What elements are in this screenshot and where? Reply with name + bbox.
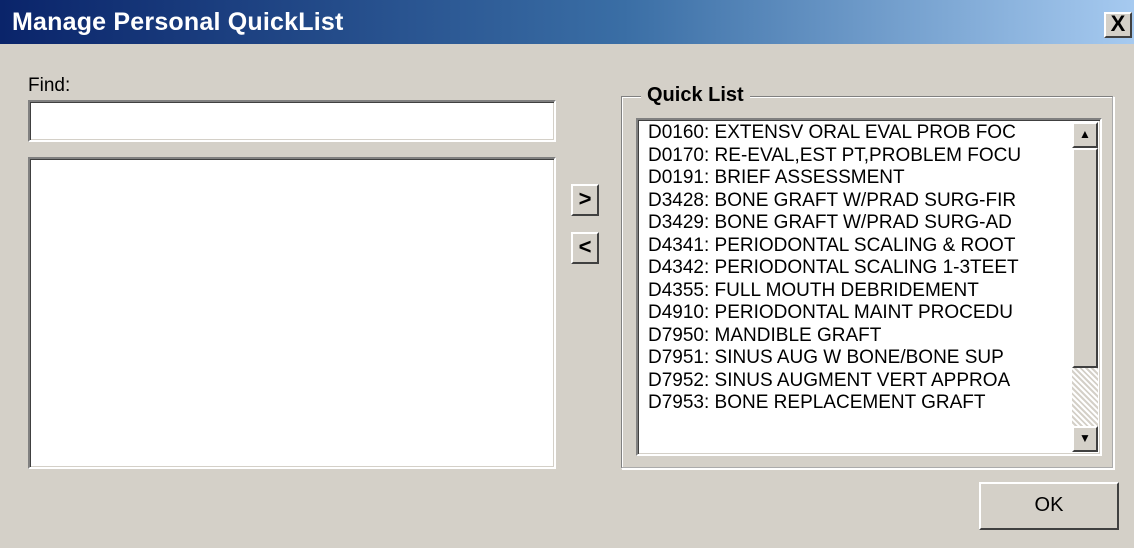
list-item[interactable]: D3428: BONE GRAFT W/PRAD SURG-FIR (648, 190, 1072, 213)
quick-list-scrollbar[interactable]: ▲ ▼ (1072, 122, 1098, 452)
list-item[interactable]: D7952: SINUS AUGMENT VERT APPROA (648, 370, 1072, 393)
list-item[interactable]: D4355: FULL MOUTH DEBRIDEMENT (648, 280, 1072, 303)
add-to-quicklist-button[interactable]: > (571, 184, 599, 216)
list-item[interactable]: D7950: MANDIBLE GRAFT (648, 325, 1072, 348)
list-item[interactable]: D7953: BONE REPLACEMENT GRAFT (648, 392, 1072, 415)
scroll-down-icon[interactable]: ▼ (1072, 426, 1098, 452)
find-label: Find: (28, 75, 71, 96)
list-item[interactable]: D0170: RE-EVAL,EST PT,PROBLEM FOCU (648, 145, 1072, 168)
scroll-up-icon[interactable]: ▲ (1072, 122, 1098, 148)
list-item[interactable]: D4342: PERIODONTAL SCALING 1-3TEET (648, 257, 1072, 280)
list-item[interactable]: D4910: PERIODONTAL MAINT PROCEDU (648, 302, 1072, 325)
window-title: Manage Personal QuickList (12, 8, 344, 36)
quick-list-items: D0160: EXTENSV ORAL EVAL PROB FOC D0170:… (648, 122, 1072, 415)
scrollbar-thumb[interactable] (1072, 148, 1098, 368)
remove-from-quicklist-button[interactable]: < (571, 232, 599, 264)
list-item[interactable]: D4341: PERIODONTAL SCALING & ROOT (648, 235, 1072, 258)
quick-list-box[interactable]: D0160: EXTENSV ORAL EVAL PROB FOC D0170:… (636, 118, 1102, 456)
list-item[interactable]: D0191: BRIEF ASSESSMENT (648, 167, 1072, 190)
find-input[interactable] (28, 100, 556, 142)
list-item[interactable]: D0160: EXTENSV ORAL EVAL PROB FOC (648, 122, 1072, 145)
scrollbar-track[interactable] (1072, 368, 1098, 426)
quick-list-title: Quick List (641, 84, 750, 107)
list-item[interactable]: D7951: SINUS AUG W BONE/BONE SUP (648, 347, 1072, 370)
ok-button[interactable]: OK (979, 482, 1119, 530)
title-bar: Manage Personal QuickList X (0, 0, 1134, 44)
list-item[interactable]: D3429: BONE GRAFT W/PRAD SURG-AD (648, 212, 1072, 235)
close-icon[interactable]: X (1104, 12, 1132, 38)
search-results-list[interactable] (28, 157, 556, 469)
